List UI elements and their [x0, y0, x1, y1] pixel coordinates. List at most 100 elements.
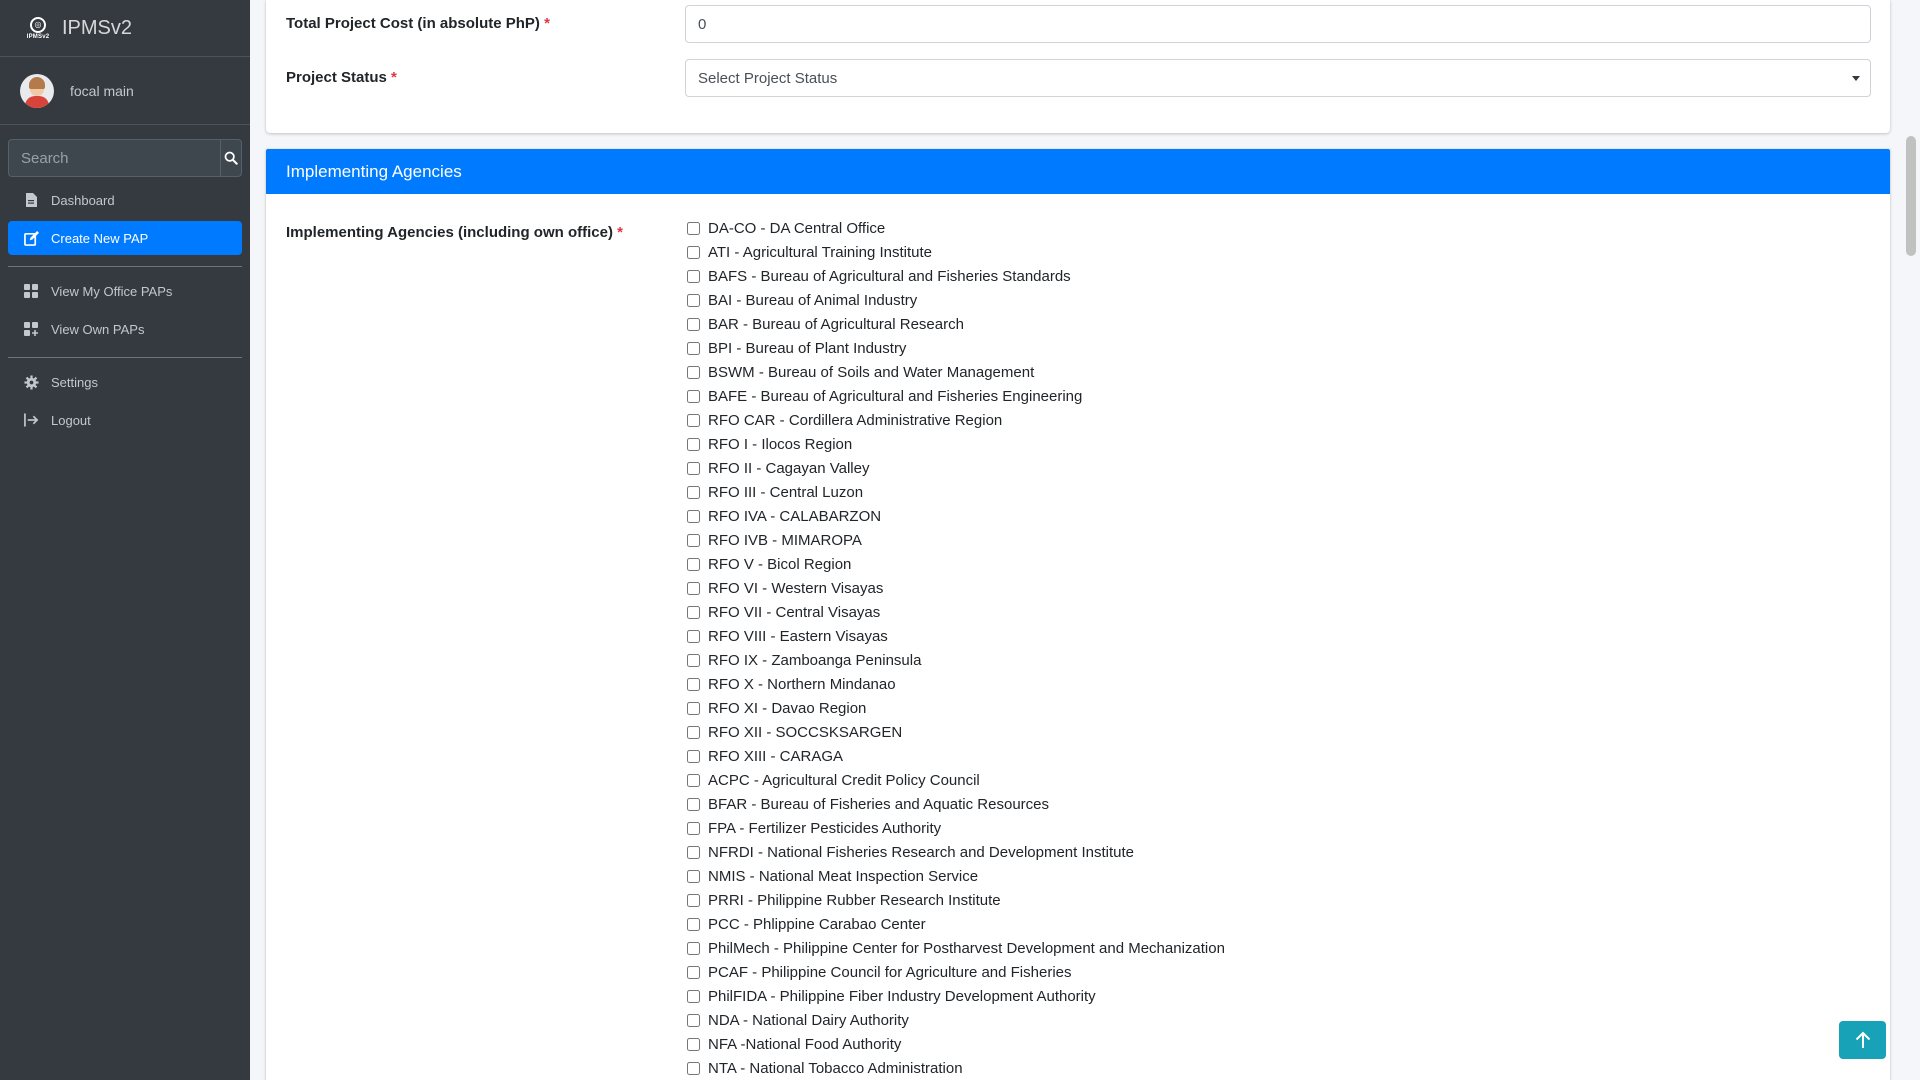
agency-checkbox[interactable] [687, 701, 700, 715]
agency-checkbox[interactable] [687, 437, 700, 451]
agency-checkbox[interactable] [687, 341, 700, 355]
agency-label: BFAR - Bureau of Fisheries and Aquatic R… [708, 795, 1050, 813]
logout-icon [23, 412, 39, 428]
agency-option[interactable]: RFO XIII - CARAGA [685, 744, 1225, 768]
agency-option[interactable]: ACPC - Agricultural Credit Policy Counci… [685, 768, 1225, 792]
agency-checkbox[interactable] [687, 941, 700, 955]
search-input[interactable] [8, 139, 220, 177]
agency-option[interactable]: BAFE - Bureau of Agricultural and Fisher… [685, 384, 1225, 408]
sidebar-item-label: View Own PAPs [51, 321, 145, 337]
agency-option[interactable]: NFA -National Food Authority [685, 1032, 1225, 1056]
required-mark: * [544, 15, 550, 32]
avatar [20, 73, 54, 108]
scrollbar-thumb[interactable] [1906, 136, 1916, 256]
agency-checkbox[interactable] [687, 413, 700, 427]
agency-option[interactable]: PhilFIDA - Philippine Fiber Industry Dev… [685, 984, 1225, 1008]
agency-checkbox[interactable] [687, 1061, 700, 1075]
sidebar-item-settings[interactable]: Settings [8, 365, 242, 399]
sidebar-item-logout[interactable]: Logout [8, 403, 242, 437]
sidebar-item-view-own-paps[interactable]: View Own PAPs [8, 312, 242, 346]
agency-option[interactable]: RFO V - Bicol Region [685, 552, 1225, 576]
agency-option[interactable]: RFO I - Ilocos Region [685, 432, 1225, 456]
agency-checkbox[interactable] [687, 917, 700, 931]
agency-option[interactable]: BAFS - Bureau of Agricultural and Fisher… [685, 264, 1225, 288]
agency-option[interactable]: RFO III - Central Luzon [685, 480, 1225, 504]
agency-checkbox[interactable] [687, 1013, 700, 1027]
agency-checkbox[interactable] [687, 269, 700, 283]
agency-option[interactable]: PCC - Phlippine Carabao Center [685, 912, 1225, 936]
agency-checkbox[interactable] [687, 365, 700, 379]
sidebar-divider [8, 357, 242, 358]
agency-option[interactable]: BFAR - Bureau of Fisheries and Aquatic R… [685, 792, 1225, 816]
agency-checkbox[interactable] [687, 293, 700, 307]
back-to-top-button[interactable] [1839, 1021, 1886, 1059]
brand-logo: ◎ IPMSv2 [24, 14, 52, 42]
agency-option[interactable]: NDA - National Dairy Authority [685, 1008, 1225, 1032]
agency-checkbox[interactable] [687, 821, 700, 835]
agency-checkbox[interactable] [687, 389, 700, 403]
agency-checkbox[interactable] [687, 245, 700, 259]
agency-option[interactable]: PRRI - Philippine Rubber Research Instit… [685, 888, 1225, 912]
agency-checkbox[interactable] [687, 533, 700, 547]
sidebar-item-view-office-paps[interactable]: View My Office PAPs [8, 274, 242, 308]
agency-checkbox[interactable] [687, 677, 700, 691]
agency-option[interactable]: RFO II - Cagayan Valley [685, 456, 1225, 480]
agency-option[interactable]: RFO XII - SOCCSKSARGEN [685, 720, 1225, 744]
sidebar-item-dashboard[interactable]: Dashboard [8, 183, 242, 217]
agency-option[interactable]: RFO X - Northern Mindanao [685, 672, 1225, 696]
agency-option[interactable]: RFO IX - Zamboanga Peninsula [685, 648, 1225, 672]
agency-option[interactable]: RFO XI - Davao Region [685, 696, 1225, 720]
agency-label: PCAF - Philippine Council for Agricultur… [708, 963, 1072, 981]
agency-option[interactable]: BAI - Bureau of Animal Industry [685, 288, 1225, 312]
sidebar-item-create-pap[interactable]: Create New PAP [8, 221, 242, 255]
agency-option[interactable]: ATI - Agricultural Training Institute [685, 240, 1225, 264]
caret-down-icon [1852, 76, 1860, 81]
agency-checkbox[interactable] [687, 581, 700, 595]
agency-checkbox[interactable] [687, 485, 700, 499]
brand-link[interactable]: ◎ IPMSv2 IPMSv2 [0, 0, 250, 57]
agency-option[interactable]: PCAF - Philippine Council for Agricultur… [685, 960, 1225, 984]
agency-checkbox[interactable] [687, 845, 700, 859]
agency-option[interactable]: RFO IVB - MIMAROPA [685, 528, 1225, 552]
agency-option[interactable]: PhilMech - Philippine Center for Posthar… [685, 936, 1225, 960]
agency-checkbox[interactable] [687, 221, 700, 235]
agency-label: RFO VIII - Eastern Visayas [708, 627, 888, 645]
agency-checkbox[interactable] [687, 725, 700, 739]
agency-checkbox[interactable] [687, 1037, 700, 1051]
agency-option[interactable]: BAR - Bureau of Agricultural Research [685, 312, 1225, 336]
agency-checkbox[interactable] [687, 749, 700, 763]
agency-checkbox[interactable] [687, 893, 700, 907]
agency-label: BAFE - Bureau of Agricultural and Fisher… [708, 387, 1083, 405]
agency-option[interactable]: RFO VII - Central Visayas [685, 600, 1225, 624]
user-name[interactable]: focal main [70, 83, 134, 99]
agency-option[interactable]: NTA - National Tobacco Administration [685, 1056, 1225, 1080]
agency-checkbox[interactable] [687, 317, 700, 331]
agency-option[interactable]: DA-CO - DA Central Office [685, 216, 1225, 240]
agency-option[interactable]: RFO CAR - Cordillera Administrative Regi… [685, 408, 1225, 432]
agency-checkbox[interactable] [687, 869, 700, 883]
agency-checkbox[interactable] [687, 797, 700, 811]
agency-option[interactable]: RFO VIII - Eastern Visayas [685, 624, 1225, 648]
agency-checkbox[interactable] [687, 653, 700, 667]
agency-checkbox[interactable] [687, 509, 700, 523]
agency-option[interactable]: NFRDI - National Fisheries Research and … [685, 840, 1225, 864]
agency-checkbox[interactable] [687, 773, 700, 787]
agency-checkbox[interactable] [687, 629, 700, 643]
agency-checkbox[interactable] [687, 605, 700, 619]
agency-checkbox[interactable] [687, 461, 700, 475]
agency-option[interactable]: FPA - Fertilizer Pesticides Authority [685, 816, 1225, 840]
user-panel[interactable]: focal main [0, 57, 250, 125]
agency-option[interactable]: RFO VI - Western Visayas [685, 576, 1225, 600]
agency-option[interactable]: RFO IVA - CALABARZON [685, 504, 1225, 528]
agency-label: BAI - Bureau of Animal Industry [708, 291, 918, 309]
agency-checkbox[interactable] [687, 989, 700, 1003]
page-scrollbar[interactable] [1902, 0, 1920, 1080]
total-project-cost-input[interactable]: 0 [685, 5, 1871, 43]
agency-checkbox[interactable] [687, 557, 700, 571]
agency-checkbox[interactable] [687, 965, 700, 979]
search-button[interactable] [220, 139, 242, 177]
agency-option[interactable]: BPI - Bureau of Plant Industry [685, 336, 1225, 360]
agency-option[interactable]: BSWM - Bureau of Soils and Water Managem… [685, 360, 1225, 384]
agency-option[interactable]: NMIS - National Meat Inspection Service [685, 864, 1225, 888]
project-status-select[interactable]: Select Project Status [685, 59, 1871, 97]
